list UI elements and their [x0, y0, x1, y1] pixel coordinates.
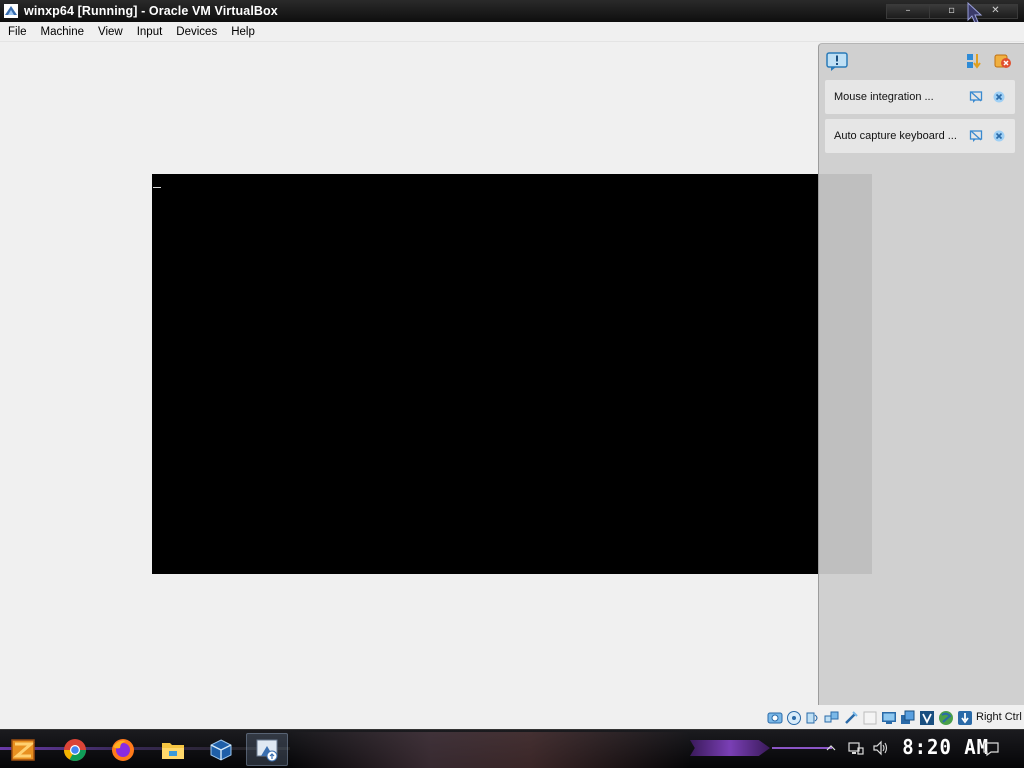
taskbar: 8:20 AM	[0, 729, 1024, 768]
no-show-icon[interactable]	[969, 129, 983, 143]
virtualbox-app-icon	[4, 4, 18, 18]
minimize-button[interactable]: –	[886, 4, 930, 19]
taskbar-virtualbox[interactable]	[200, 733, 242, 766]
taskbar-accent-line	[772, 747, 832, 749]
taskbar-file-explorer[interactable]	[152, 733, 194, 766]
recording-icon[interactable]	[900, 710, 916, 726]
taskbar-chrome[interactable]	[54, 733, 96, 766]
notification-mouse-integration[interactable]: Mouse integration ...	[825, 80, 1015, 114]
network-icon[interactable]	[824, 710, 840, 726]
action-center-icon[interactable]	[983, 741, 999, 757]
chrome-icon	[64, 738, 86, 761]
shared-folders-icon[interactable]	[862, 710, 878, 726]
menu-file[interactable]: File	[0, 22, 34, 42]
taskbar-accent-arrow	[690, 740, 770, 756]
taskbar-firefox[interactable]	[102, 733, 144, 766]
show-hidden-icons-icon[interactable]	[826, 740, 836, 756]
notification-label: Mouse integration ...	[834, 91, 934, 103]
virtualbox-icon	[210, 738, 232, 761]
notification-label: Auto capture keyboard ...	[834, 130, 957, 142]
text-cursor	[153, 187, 161, 188]
window-controls: – ▫ ✕	[886, 4, 1018, 19]
optical-drive-icon[interactable]	[786, 710, 802, 726]
status-bar: Right Ctrl	[0, 705, 1024, 729]
menu-view[interactable]: View	[91, 22, 130, 42]
no-show-icon[interactable]	[969, 90, 983, 104]
mouse-pointer-icon	[967, 2, 983, 24]
start-button[interactable]	[2, 733, 44, 766]
notification-center-icon[interactable]	[826, 52, 848, 72]
menu-help[interactable]: Help	[224, 22, 262, 42]
display-icon[interactable]	[881, 710, 897, 726]
file-explorer-icon	[162, 742, 184, 759]
firefox-icon	[112, 738, 134, 761]
system-tray	[826, 740, 896, 756]
start-icon	[11, 738, 36, 761]
menu-machine[interactable]: Machine	[34, 22, 91, 42]
notification-toolbar	[819, 44, 1024, 78]
hard-disk-icon[interactable]	[767, 710, 783, 726]
sort-notifications-icon[interactable]	[965, 52, 983, 70]
menu-bar: File Machine View Input Devices Help	[0, 22, 1024, 42]
status-indicators	[767, 710, 976, 726]
network-tray-icon[interactable]	[848, 740, 864, 756]
keyboard-capture-icon[interactable]	[957, 710, 973, 726]
vm-display[interactable]	[152, 174, 872, 574]
menu-input[interactable]: Input	[130, 22, 170, 42]
virtualbox-vm-icon	[256, 739, 278, 761]
window-title: winxp64 [Running] - Oracle VM VirtualBox	[24, 4, 278, 18]
menu-devices[interactable]: Devices	[169, 22, 224, 42]
usb-icon[interactable]	[843, 710, 859, 726]
taskbar-wallpaper-art	[290, 732, 690, 768]
notification-auto-capture-keyboard[interactable]: Auto capture keyboard ...	[825, 119, 1015, 153]
clock[interactable]: 8:20 AM	[902, 735, 989, 759]
audio-icon[interactable]	[805, 710, 821, 726]
close-all-notifications-icon[interactable]	[994, 52, 1012, 70]
host-key-label: Right Ctrl	[976, 711, 1022, 723]
close-icon[interactable]	[992, 129, 1006, 143]
mouse-integration-icon[interactable]	[938, 710, 954, 726]
close-icon[interactable]	[992, 90, 1006, 104]
volume-icon[interactable]	[872, 740, 888, 756]
notification-center: Mouse integration ... Auto capture keybo…	[818, 43, 1024, 705]
taskbar-virtualbox-vm-window[interactable]	[246, 733, 288, 766]
cpu-icon[interactable]	[919, 710, 935, 726]
title-bar: winxp64 [Running] - Oracle VM VirtualBox…	[0, 0, 1024, 24]
